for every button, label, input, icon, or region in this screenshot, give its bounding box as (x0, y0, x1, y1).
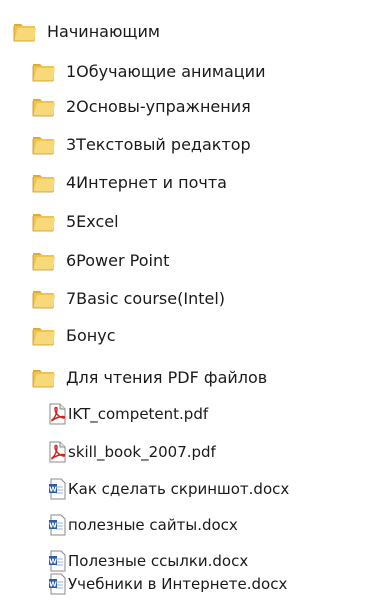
tree-folder-item[interactable]: Бонус (31, 320, 116, 352)
file-label: Как сделать скриншот.docx (68, 480, 290, 498)
folder-icon (31, 250, 57, 272)
word-file-icon (48, 573, 66, 595)
folder-icon (31, 172, 57, 194)
folder-label: 4Интернет и почта (66, 173, 227, 192)
pdf-file-icon (48, 403, 66, 425)
folder-label: 6Power Point (66, 251, 170, 270)
tree-file-item[interactable]: skill_book_2007.pdf (48, 436, 216, 468)
tree-root-folder[interactable]: Начинающим (12, 16, 160, 48)
folder-label: 3Текстовый редактор (66, 135, 251, 154)
tree-folder-item[interactable]: 4Интернет и почта (31, 167, 227, 199)
tree-folder-item[interactable]: 1Обучающие анимации (31, 56, 265, 88)
file-label: IKT_competent.pdf (68, 405, 209, 423)
file-label: Учебники в Интернете.docx (68, 575, 288, 593)
folder-label: Начинающим (47, 22, 160, 41)
tree-folder-item[interactable]: 3Текстовый редактор (31, 129, 251, 161)
tree-folder-item[interactable]: 5Excel (31, 206, 119, 238)
folder-icon (31, 96, 57, 118)
tree-file-item[interactable]: Учебники в Интернете.docx (48, 568, 287, 600)
folder-icon (12, 21, 38, 43)
folder-icon (31, 367, 57, 389)
folder-label: 7Basic course(Intel) (66, 289, 226, 308)
tree-folder-item[interactable]: 2Основы-упражнения (31, 91, 251, 123)
folder-label: 1Обучающие анимации (66, 62, 266, 81)
folder-icon (31, 211, 57, 233)
word-file-icon (48, 514, 66, 536)
folder-tree: Начинающим 1Обучающие анимации 2Основы-у… (0, 0, 390, 600)
tree-folder-item[interactable]: 6Power Point (31, 245, 169, 277)
folder-label: 5Excel (66, 212, 119, 231)
folder-icon (31, 61, 57, 83)
folder-label: Для чтения PDF файлов (66, 368, 268, 387)
tree-folder-item[interactable]: 7Basic course(Intel) (31, 283, 225, 315)
file-label: полезные сайты.docx (68, 516, 238, 534)
folder-icon (31, 134, 57, 156)
folder-icon (31, 325, 57, 347)
tree-file-item[interactable]: IKT_competent.pdf (48, 398, 208, 430)
folder-icon (31, 288, 57, 310)
tree-file-item[interactable]: полезные сайты.docx (48, 509, 238, 541)
folder-label: 2Основы-упражнения (66, 97, 251, 116)
file-label: skill_book_2007.pdf (68, 443, 216, 461)
pdf-file-icon (48, 441, 66, 463)
folder-label: Бонус (66, 326, 116, 345)
word-file-icon (48, 478, 66, 500)
tree-file-item[interactable]: Как сделать скриншот.docx (48, 473, 289, 505)
tree-folder-item[interactable]: Для чтения PDF файлов (31, 362, 267, 394)
